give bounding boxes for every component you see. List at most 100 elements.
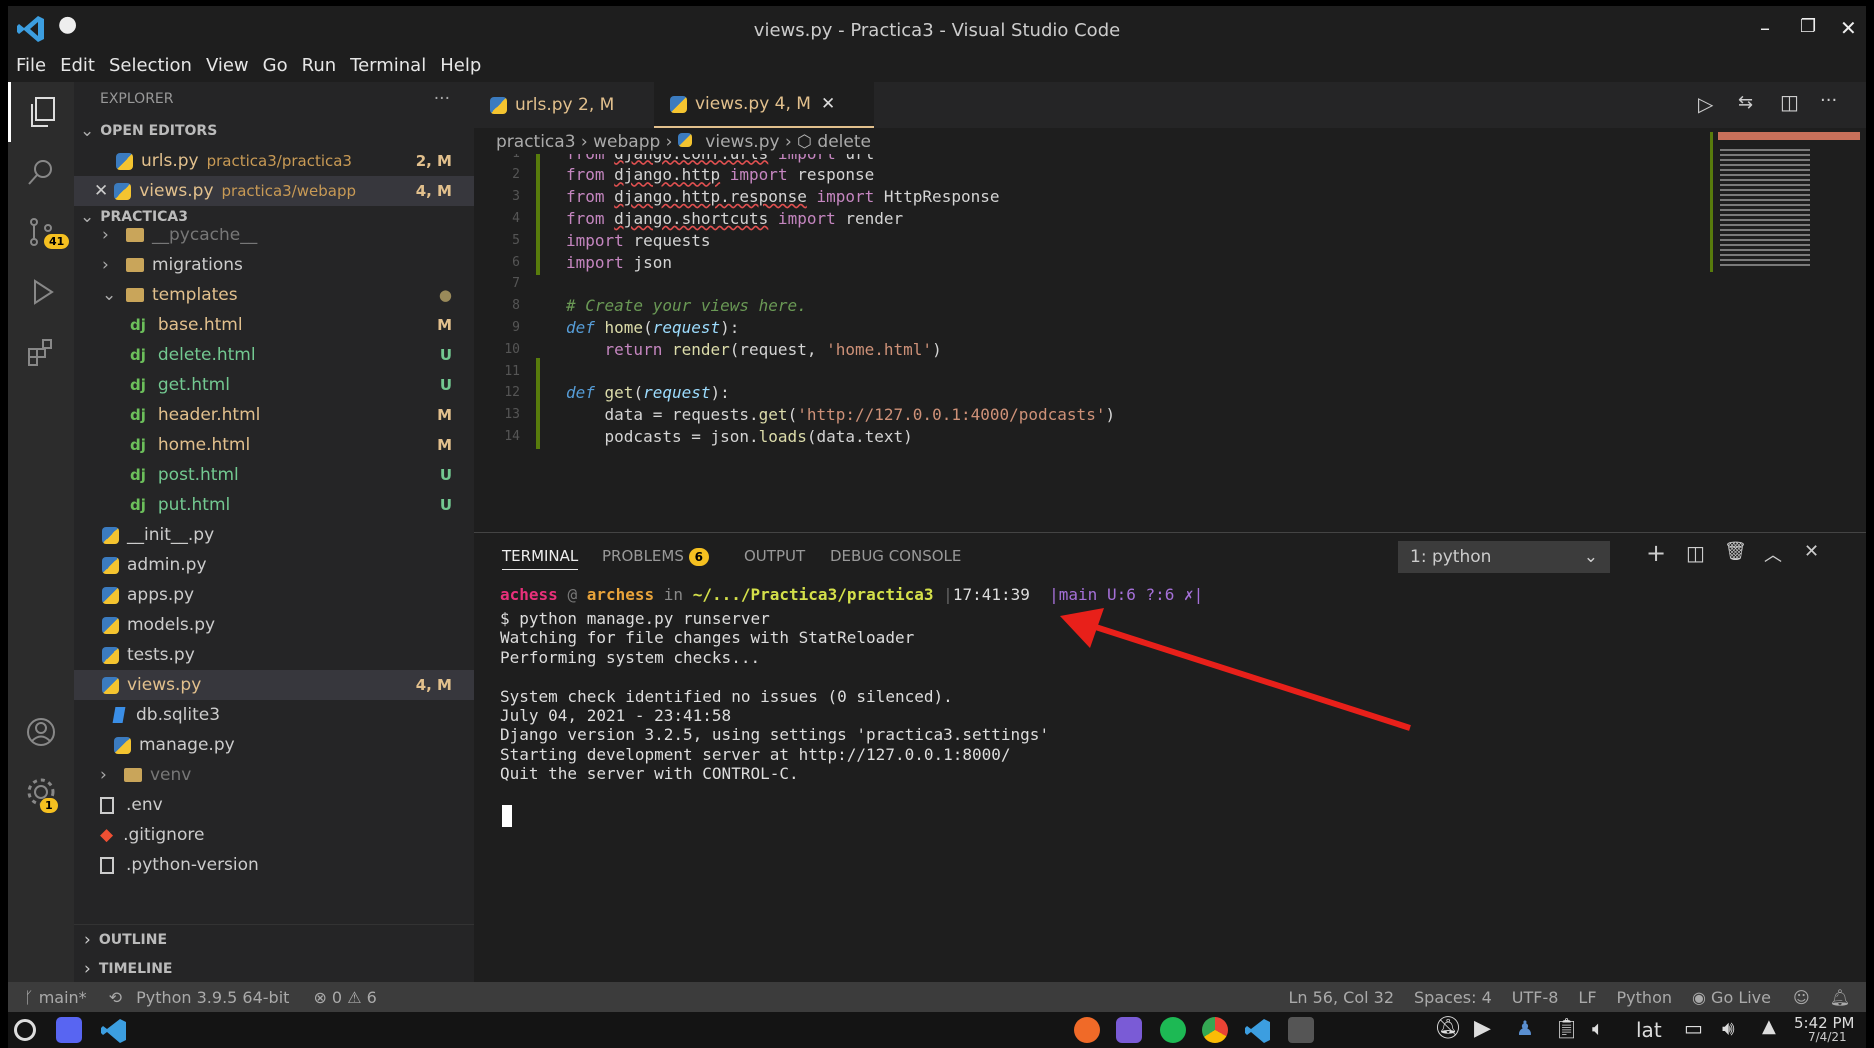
start-menu-icon[interactable] xyxy=(14,1019,36,1041)
open-editors-section[interactable]: ⌄ OPEN EDITORS xyxy=(74,116,474,146)
manage-activity[interactable]: 1 xyxy=(8,762,74,822)
indentation[interactable]: Spaces: 4 xyxy=(1414,988,1492,1007)
tree-item[interactable]: ⌄ templates ● xyxy=(74,280,474,310)
media-play-icon[interactable]: ▶ xyxy=(1474,1016,1491,1041)
outline-section[interactable]: › OUTLINE xyxy=(74,924,474,954)
source-control-activity[interactable]: 41 xyxy=(8,202,74,262)
run-debug-activity[interactable] xyxy=(8,262,74,322)
tree-item[interactable]: .env xyxy=(74,790,474,820)
menu-selection[interactable]: Selection xyxy=(109,55,192,76)
menu-go[interactable]: Go xyxy=(263,55,288,76)
search-activity[interactable] xyxy=(8,142,74,202)
language-mode[interactable]: Python xyxy=(1617,988,1672,1007)
tree-item[interactable]: models.py xyxy=(74,610,474,640)
feedback-icon[interactable]: ☺ xyxy=(1793,988,1810,1007)
discord-icon[interactable] xyxy=(56,1017,82,1043)
restore-button[interactable]: ❐ xyxy=(1800,16,1816,37)
brave-icon[interactable] xyxy=(1074,1017,1100,1043)
split-editor-icon[interactable]: ◫ xyxy=(1780,90,1799,114)
split-terminal-icon[interactable]: ◫ xyxy=(1686,541,1705,565)
notifications-off-icon[interactable]: 🔕︎ xyxy=(1434,1016,1462,1041)
minimap[interactable] xyxy=(1710,132,1860,292)
tree-item[interactable]: dj put.html U xyxy=(74,490,474,520)
tray-expand-icon[interactable]: ▲ xyxy=(1762,1016,1776,1037)
sync-icon[interactable]: ⟲ xyxy=(109,988,122,1007)
bell-icon[interactable]: 🔔︎ xyxy=(1830,988,1850,1007)
explorer-activity[interactable] xyxy=(8,82,74,142)
line-ending[interactable]: LF xyxy=(1578,988,1596,1007)
tab-terminal[interactable]: TERMINAL xyxy=(502,547,579,570)
tree-item[interactable]: dj base.html M xyxy=(74,310,474,340)
go-live[interactable]: ◉ Go Live xyxy=(1692,988,1771,1007)
spotify-icon[interactable] xyxy=(1160,1017,1186,1043)
tab-urls[interactable]: urls.py 2, M xyxy=(474,82,644,128)
tab-problems[interactable]: PROBLEMS 6 xyxy=(602,547,710,566)
cursor-position[interactable]: Ln 56, Col 32 xyxy=(1288,988,1394,1007)
tree-item[interactable]: db.sqlite3 xyxy=(74,700,474,730)
menu-terminal[interactable]: Terminal xyxy=(350,55,426,76)
menu-run[interactable]: Run xyxy=(302,55,337,76)
tree-item[interactable]: ◆ .gitignore xyxy=(74,820,474,850)
vscode-taskbar-icon[interactable] xyxy=(100,1017,128,1045)
editor-more-icon[interactable]: ··· xyxy=(1820,90,1837,111)
run-file-icon[interactable]: ▷ xyxy=(1698,92,1713,116)
project-section[interactable]: ⌄ PRACTICA3 xyxy=(74,206,474,228)
tab-output[interactable]: OUTPUT xyxy=(744,547,805,565)
tree-item[interactable]: › venv xyxy=(74,760,474,790)
app-icon[interactable] xyxy=(1116,1017,1142,1043)
encoding[interactable]: UTF-8 xyxy=(1512,988,1559,1007)
tree-item[interactable]: __init__.py xyxy=(74,520,474,550)
new-terminal-icon[interactable]: + xyxy=(1646,539,1666,567)
tree-item[interactable]: admin.py xyxy=(74,550,474,580)
breadcrumb-symbol[interactable]: delete xyxy=(817,132,871,152)
open-editor-urls[interactable]: urls.py practica3/practica3 2, M xyxy=(74,146,474,176)
tree-item[interactable]: views.py 4, M xyxy=(74,670,474,700)
python-interpreter[interactable]: Python 3.9.5 64-bit xyxy=(136,988,289,1007)
tree-item[interactable]: .python-version xyxy=(74,850,474,880)
timeline-section[interactable]: › TIMELINE xyxy=(74,954,474,984)
tree-item[interactable]: tests.py xyxy=(74,640,474,670)
tab-debug-console[interactable]: DEBUG CONSOLE xyxy=(830,547,961,565)
vscode-taskbar-icon-2[interactable] xyxy=(1244,1017,1272,1045)
breadcrumb-webapp[interactable]: webapp xyxy=(593,132,660,152)
breadcrumb-file[interactable]: views.py xyxy=(705,132,779,152)
keyboard-layout[interactable]: lat xyxy=(1636,1018,1662,1042)
minimize-button[interactable]: – xyxy=(1760,16,1770,40)
code-view[interactable]: 1from django.conf.urls import url2from d… xyxy=(474,154,1694,532)
terminal-app-icon[interactable] xyxy=(1288,1017,1314,1043)
clipboard-icon[interactable]: 📋︎ xyxy=(1554,1016,1579,1040)
trash-icon[interactable]: 🗑 xyxy=(1724,541,1747,562)
tree-item[interactable]: dj post.html U xyxy=(74,460,474,490)
breadcrumb-practica3[interactable]: practica3 xyxy=(496,132,576,152)
close-tab-icon[interactable]: ✕ xyxy=(821,94,835,114)
tree-item[interactable]: dj delete.html U xyxy=(74,340,474,370)
tree-item[interactable]: dj get.html U xyxy=(74,370,474,400)
volume-icon[interactable]: 🔈︎ xyxy=(1592,1016,1604,1040)
tree-item[interactable]: dj header.html M xyxy=(74,400,474,430)
menu-file[interactable]: File xyxy=(16,55,46,76)
tree-item[interactable]: dj home.html M xyxy=(74,430,474,460)
tree-item[interactable]: manage.py xyxy=(74,730,474,760)
tree-item[interactable]: apps.py xyxy=(74,580,474,610)
accounts-activity[interactable] xyxy=(8,702,74,762)
chrome-icon[interactable] xyxy=(1202,1017,1228,1043)
display-icon[interactable]: ▭ xyxy=(1684,1016,1703,1040)
tree-item[interactable]: › __pycache__ xyxy=(74,228,474,250)
code-line[interactable]: 14 podcasts = json. loads (data.text) xyxy=(474,423,1674,450)
close-window-button[interactable]: ✕ xyxy=(1840,16,1857,40)
more-actions-icon[interactable]: ··· xyxy=(434,89,450,109)
menu-edit[interactable]: Edit xyxy=(60,55,95,76)
problems-status[interactable]: ⊗ 0 ⚠ 6 xyxy=(313,988,376,1007)
branch-status[interactable]: ᚴ main* xyxy=(24,988,87,1007)
terminal-select[interactable]: 1: python ⌄ xyxy=(1398,541,1610,573)
user-icon[interactable]: ♟ xyxy=(1516,1016,1534,1040)
menu-view[interactable]: View xyxy=(206,55,249,76)
open-editor-views[interactable]: ✕ views.py practica3/webapp 4, M xyxy=(74,176,474,206)
tree-item[interactable]: › migrations xyxy=(74,250,474,280)
close-panel-icon[interactable]: ✕ xyxy=(1804,541,1819,562)
compare-changes-icon[interactable]: ⇆ xyxy=(1738,92,1753,113)
extensions-activity[interactable] xyxy=(8,322,74,382)
close-icon[interactable]: ✕ xyxy=(94,181,108,201)
tab-views[interactable]: views.py 4, M ✕ xyxy=(654,82,874,128)
maximize-panel-icon[interactable]: ︿ xyxy=(1764,541,1782,567)
